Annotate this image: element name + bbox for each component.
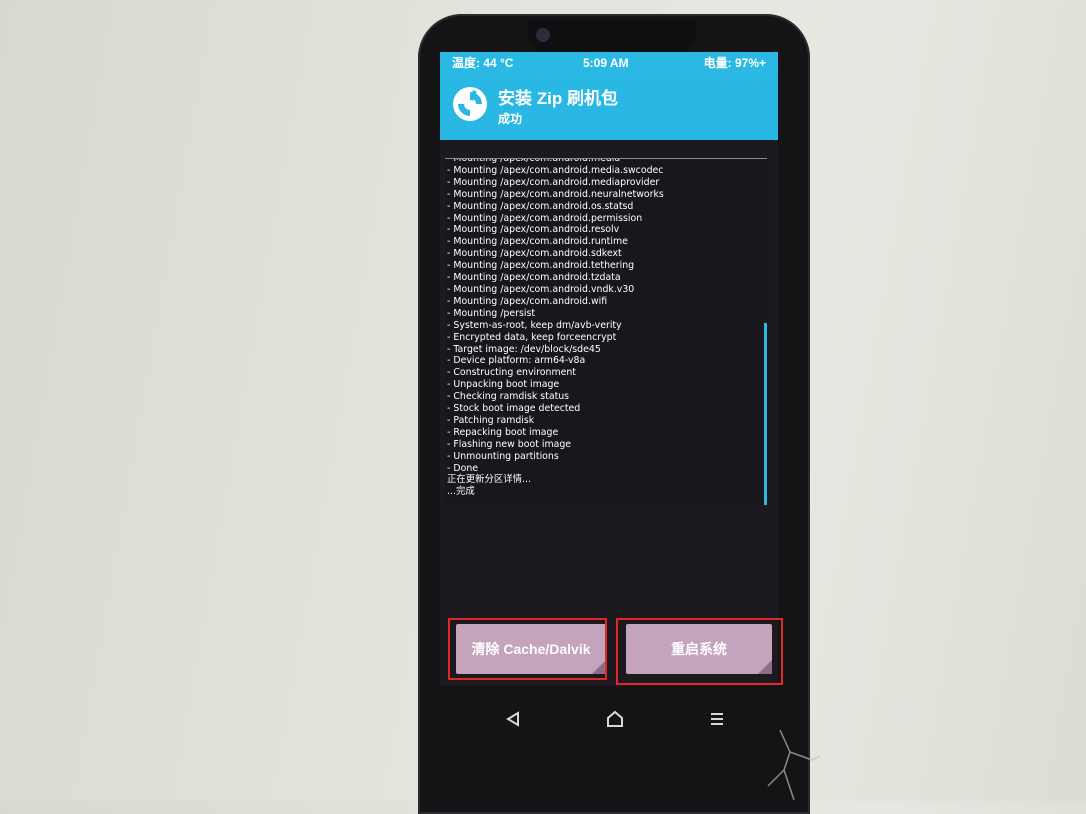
console-line: - Flashing new boot image — [447, 438, 572, 450]
twrp-logo-icon — [453, 87, 487, 121]
console-line: - Mounting /apex/com.android.runtime — [447, 236, 628, 248]
highlight-box-wipe — [448, 618, 607, 680]
console-line: - Device platform: arm64-v8a — [447, 355, 586, 367]
notch — [528, 20, 696, 54]
console-lines: - Mounting /apex/com.android.media - Moun… — [447, 158, 757, 498]
console-line: - Patching ramdisk — [447, 414, 535, 426]
home-icon[interactable] — [600, 704, 630, 734]
console-line: - Unpacking boot image — [447, 379, 560, 391]
console-line: - Done — [447, 462, 479, 474]
console-line: 正在更新分区详情... — [447, 474, 531, 486]
console-line: - Mounting /apex/com.android.vndk.v30 — [447, 283, 635, 295]
console-line: - Mounting /persist — [447, 307, 536, 319]
console-line: - Mounting /apex/com.android.tzdata — [447, 272, 621, 284]
screen-crack — [767, 730, 820, 800]
console-line: - Mounting /apex/com.android.mediaprovid… — [447, 176, 660, 188]
page-title: 安装 Zip 刷机包 — [498, 89, 618, 108]
console-line: - Mounting /apex/com.android.neuralnetwo… — [447, 188, 664, 200]
console-line: - Repacking boot image — [447, 426, 559, 438]
console-line: - Mounting /apex/com.android.media.swcod… — [447, 164, 664, 176]
back-icon[interactable] — [498, 704, 528, 734]
console-line: - Mounting /apex/com.android.os.statsd — [447, 200, 634, 212]
console-line: - Mounting /apex/com.android.permission — [447, 212, 643, 224]
console-scrollbar[interactable] — [764, 323, 767, 505]
console-line: ...完成 — [447, 486, 475, 498]
status-bar: 温度: 44 °C 5:09 AM 电量: 97%+ — [440, 52, 778, 74]
console-log[interactable]: - Mounting /apex/com.android.media - Moun… — [445, 158, 767, 505]
console-line: - Mounting /apex/com.android.tethering — [447, 260, 635, 272]
recovery-screen: 温度: 44 °C 5:09 AM 电量: 97%+ 安装 Zip 刷机包 成功… — [440, 52, 778, 686]
console-line: - Target image: /dev/block/sde45 — [447, 343, 601, 355]
console-line: - Encrypted data, keep forceencrypt — [447, 331, 617, 343]
console-line: - Mounting /apex/com.android.wifi — [447, 295, 608, 307]
console-line: - Mounting /apex/com.android.resolv — [447, 224, 620, 236]
console-line: - Checking ramdisk status — [447, 391, 570, 403]
console-line: - Stock boot image detected — [447, 403, 581, 415]
status-subtitle: 成功 — [498, 112, 523, 126]
console-line: - Constructing environment — [447, 367, 576, 379]
menu-icon[interactable] — [702, 704, 732, 734]
front-camera — [536, 28, 550, 42]
clock-text: 5:09 AM — [583, 56, 629, 70]
console-line: - Mounting /apex/com.android.sdkext — [447, 248, 622, 260]
header-bar: 安装 Zip 刷机包 成功 — [440, 74, 778, 140]
temperature-text: 温度: 44 °C — [452, 56, 514, 70]
console-line: - Unmounting partitions — [447, 450, 559, 462]
highlight-box-reboot — [616, 618, 783, 685]
battery-text: 电量: 97%+ — [703, 56, 766, 70]
console-line: - System-as-root, keep dm/avb-verity — [447, 319, 622, 331]
console-line: - Mounting /apex/com.android.media — [447, 158, 621, 164]
navigation-bar — [440, 690, 778, 762]
